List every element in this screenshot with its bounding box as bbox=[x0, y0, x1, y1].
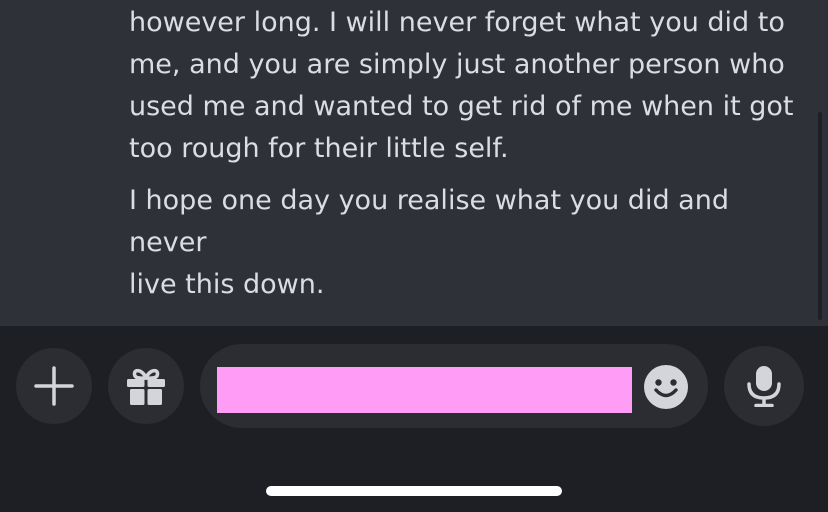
microphone-icon bbox=[747, 366, 781, 407]
message-line: me, and you are simply just another pers… bbox=[129, 49, 785, 80]
gift-button[interactable] bbox=[108, 348, 184, 424]
message-line: too rough for their little self. bbox=[129, 133, 509, 164]
message-input-container[interactable] bbox=[200, 344, 708, 428]
message-list[interactable]: however long. I will never forget what y… bbox=[0, 0, 828, 326]
voice-message-button[interactable] bbox=[724, 346, 804, 426]
message-paragraph: however long. I will never forget what y… bbox=[129, 2, 809, 170]
home-indicator[interactable] bbox=[266, 486, 562, 496]
message-input[interactable] bbox=[217, 367, 632, 413]
message-line: used me and wanted to get rid of me when… bbox=[129, 91, 794, 122]
chat-screen: however long. I will never forget what y… bbox=[0, 0, 828, 512]
plus-icon bbox=[34, 366, 74, 406]
message-composer bbox=[0, 326, 828, 512]
message-line: I hope one day you realise what you did … bbox=[129, 185, 738, 258]
smiley-icon bbox=[644, 365, 688, 409]
message-group: however long. I will never forget what y… bbox=[129, 2, 809, 306]
message-line: live this down. bbox=[129, 269, 325, 300]
scrollbar[interactable] bbox=[818, 112, 822, 320]
message-paragraph: I hope one day you realise what you did … bbox=[129, 180, 809, 306]
message-line: however long. I will never forget what y… bbox=[129, 7, 785, 38]
emoji-button[interactable] bbox=[643, 364, 689, 410]
add-attachment-button[interactable] bbox=[16, 348, 92, 424]
gift-icon bbox=[127, 368, 165, 405]
